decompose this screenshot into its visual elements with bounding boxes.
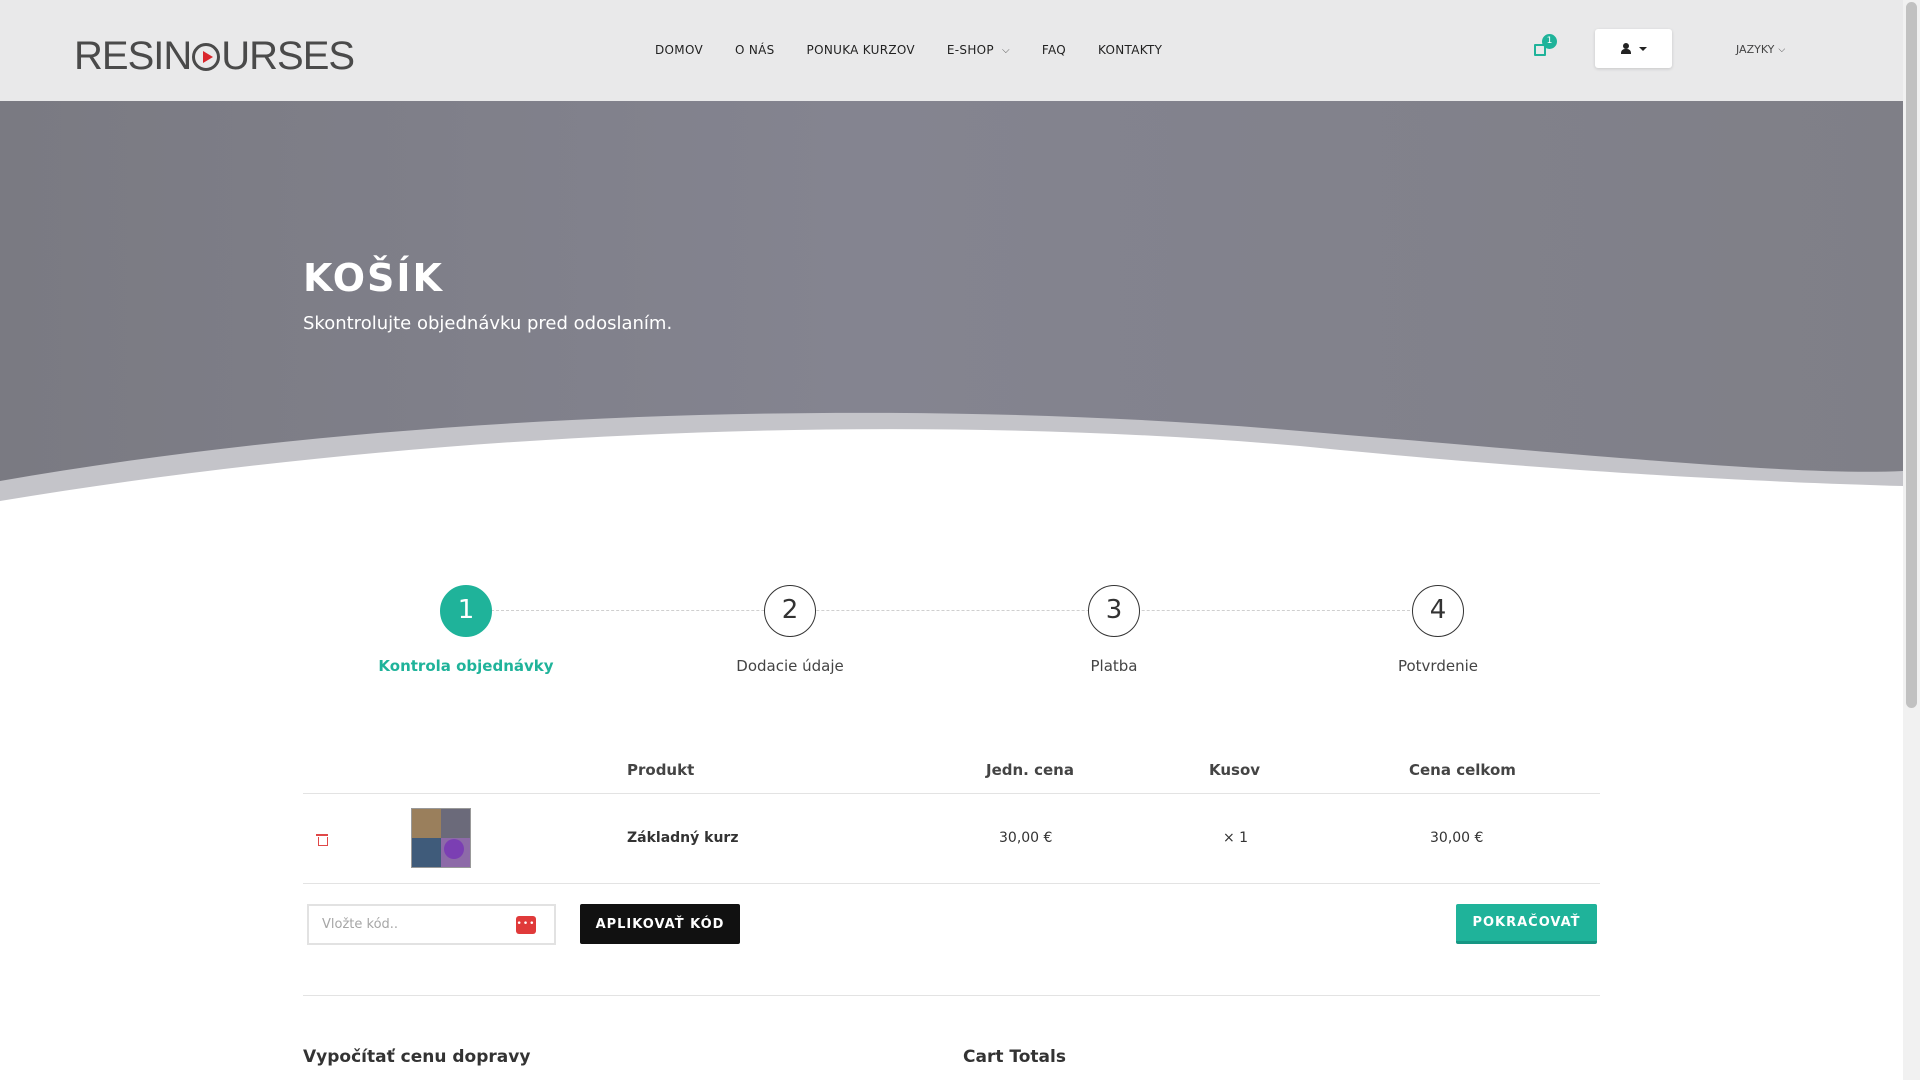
step-label: Platba: [1090, 657, 1138, 675]
shipping-calculator-title: Vypočítať cenu dopravy: [303, 1047, 531, 1067]
nav-item-kontakty[interactable]: KONTAKTY: [1098, 43, 1162, 57]
column-header-product: Produkt: [627, 761, 695, 779]
section-divider: [303, 995, 1600, 996]
column-header-unit-price: Jedn. cena: [986, 761, 1074, 779]
table-row: Základný kurz 30,00 € × 1 30,00 €: [303, 794, 1600, 884]
nav-item-faq[interactable]: FAQ: [1042, 43, 1066, 57]
page-title: KOŠÍK: [303, 256, 444, 300]
step-label: Kontrola objednávky: [378, 657, 554, 675]
continue-button[interactable]: POKRAČOVAŤ: [1456, 904, 1597, 944]
main-nav: DOMOV O NÁS PONUKA KURZOV E-SHOP ⌵ FAQ KO…: [655, 0, 1194, 100]
chevron-down-icon: ⌵: [1001, 44, 1010, 56]
unit-price: 30,00 €: [999, 830, 1053, 846]
logo-text-right: URSES: [221, 34, 355, 78]
chevron-down-icon: ⌵: [1778, 44, 1786, 55]
page-subtitle: Skontrolujte objednávku pred odoslaním.: [303, 313, 673, 334]
step-number: 2: [764, 585, 816, 637]
step-number: 1: [440, 585, 492, 637]
stepper-connector: [466, 610, 1440, 611]
hero-banner: KOŠÍK Skontrolujte objednávku pred odosl…: [0, 101, 1903, 501]
step-delivery-details[interactable]: 2 Dodacie údaje: [690, 585, 890, 675]
password-manager-icon[interactable]: •••: [516, 916, 536, 934]
languages-dropdown[interactable]: JAZYKY ⌵: [1736, 43, 1785, 56]
cart-totals-title: Cart Totals: [963, 1047, 1066, 1067]
coupon-field: •••: [307, 904, 556, 945]
cart-table: Produkt Jedn. cena Kusov Cena celkom Zák…: [303, 752, 1600, 884]
languages-label: JAZYKY: [1736, 43, 1775, 56]
product-name[interactable]: Základný kurz: [627, 830, 738, 846]
checkout-stepper: 1 Kontrola objednávky 2 Dodacie údaje 3 …: [303, 585, 1600, 675]
site-header: RESIN URSES DOMOV O NÁS PONUKA KURZOV E-S…: [0, 0, 1903, 101]
column-header-quantity: Kusov: [1209, 761, 1261, 779]
cart-button[interactable]: 1: [1534, 34, 1557, 58]
cart-count-badge: 1: [1542, 34, 1557, 49]
logo-play-icon: [192, 42, 221, 71]
step-order-review[interactable]: 1 Kontrola objednávky: [366, 585, 566, 675]
trash-icon[interactable]: [316, 834, 328, 846]
product-thumbnail[interactable]: [411, 808, 471, 868]
site-logo[interactable]: RESIN URSES: [74, 34, 355, 79]
nav-item-ponuka-kurzov[interactable]: PONUKA KURZOV: [807, 43, 915, 57]
nav-item-o-nas[interactable]: O NÁS: [735, 43, 775, 57]
step-label: Potvrdenie: [1397, 657, 1478, 675]
step-number: 3: [1088, 585, 1140, 637]
quantity: × 1: [1223, 830, 1249, 846]
step-number: 4: [1412, 585, 1464, 637]
scrollbar-thumb[interactable]: [1906, 2, 1917, 708]
nav-item-e-shop[interactable]: E-SHOP ⌵: [947, 43, 1010, 57]
nav-item-domov[interactable]: DOMOV: [655, 43, 703, 57]
step-confirmation[interactable]: 4 Potvrdenie: [1338, 585, 1538, 675]
caret-down-icon: [1638, 46, 1647, 51]
row-total: 30,00 €: [1430, 830, 1484, 846]
step-label: Dodacie údaje: [736, 657, 844, 675]
page-scrollbar[interactable]: [1903, 0, 1920, 1080]
user-icon: [1620, 43, 1631, 54]
hero-wave-decoration: [0, 412, 1903, 501]
coupon-input[interactable]: [309, 906, 499, 943]
column-header-total: Cena celkom: [1409, 761, 1516, 779]
cart-table-header: Produkt Jedn. cena Kusov Cena celkom: [303, 752, 1600, 794]
logo-text-left: RESIN: [74, 34, 192, 78]
user-menu-button[interactable]: [1595, 29, 1672, 68]
apply-coupon-button[interactable]: APLIKOVAŤ KÓD: [580, 904, 740, 944]
step-payment[interactable]: 3 Platba: [1014, 585, 1214, 675]
